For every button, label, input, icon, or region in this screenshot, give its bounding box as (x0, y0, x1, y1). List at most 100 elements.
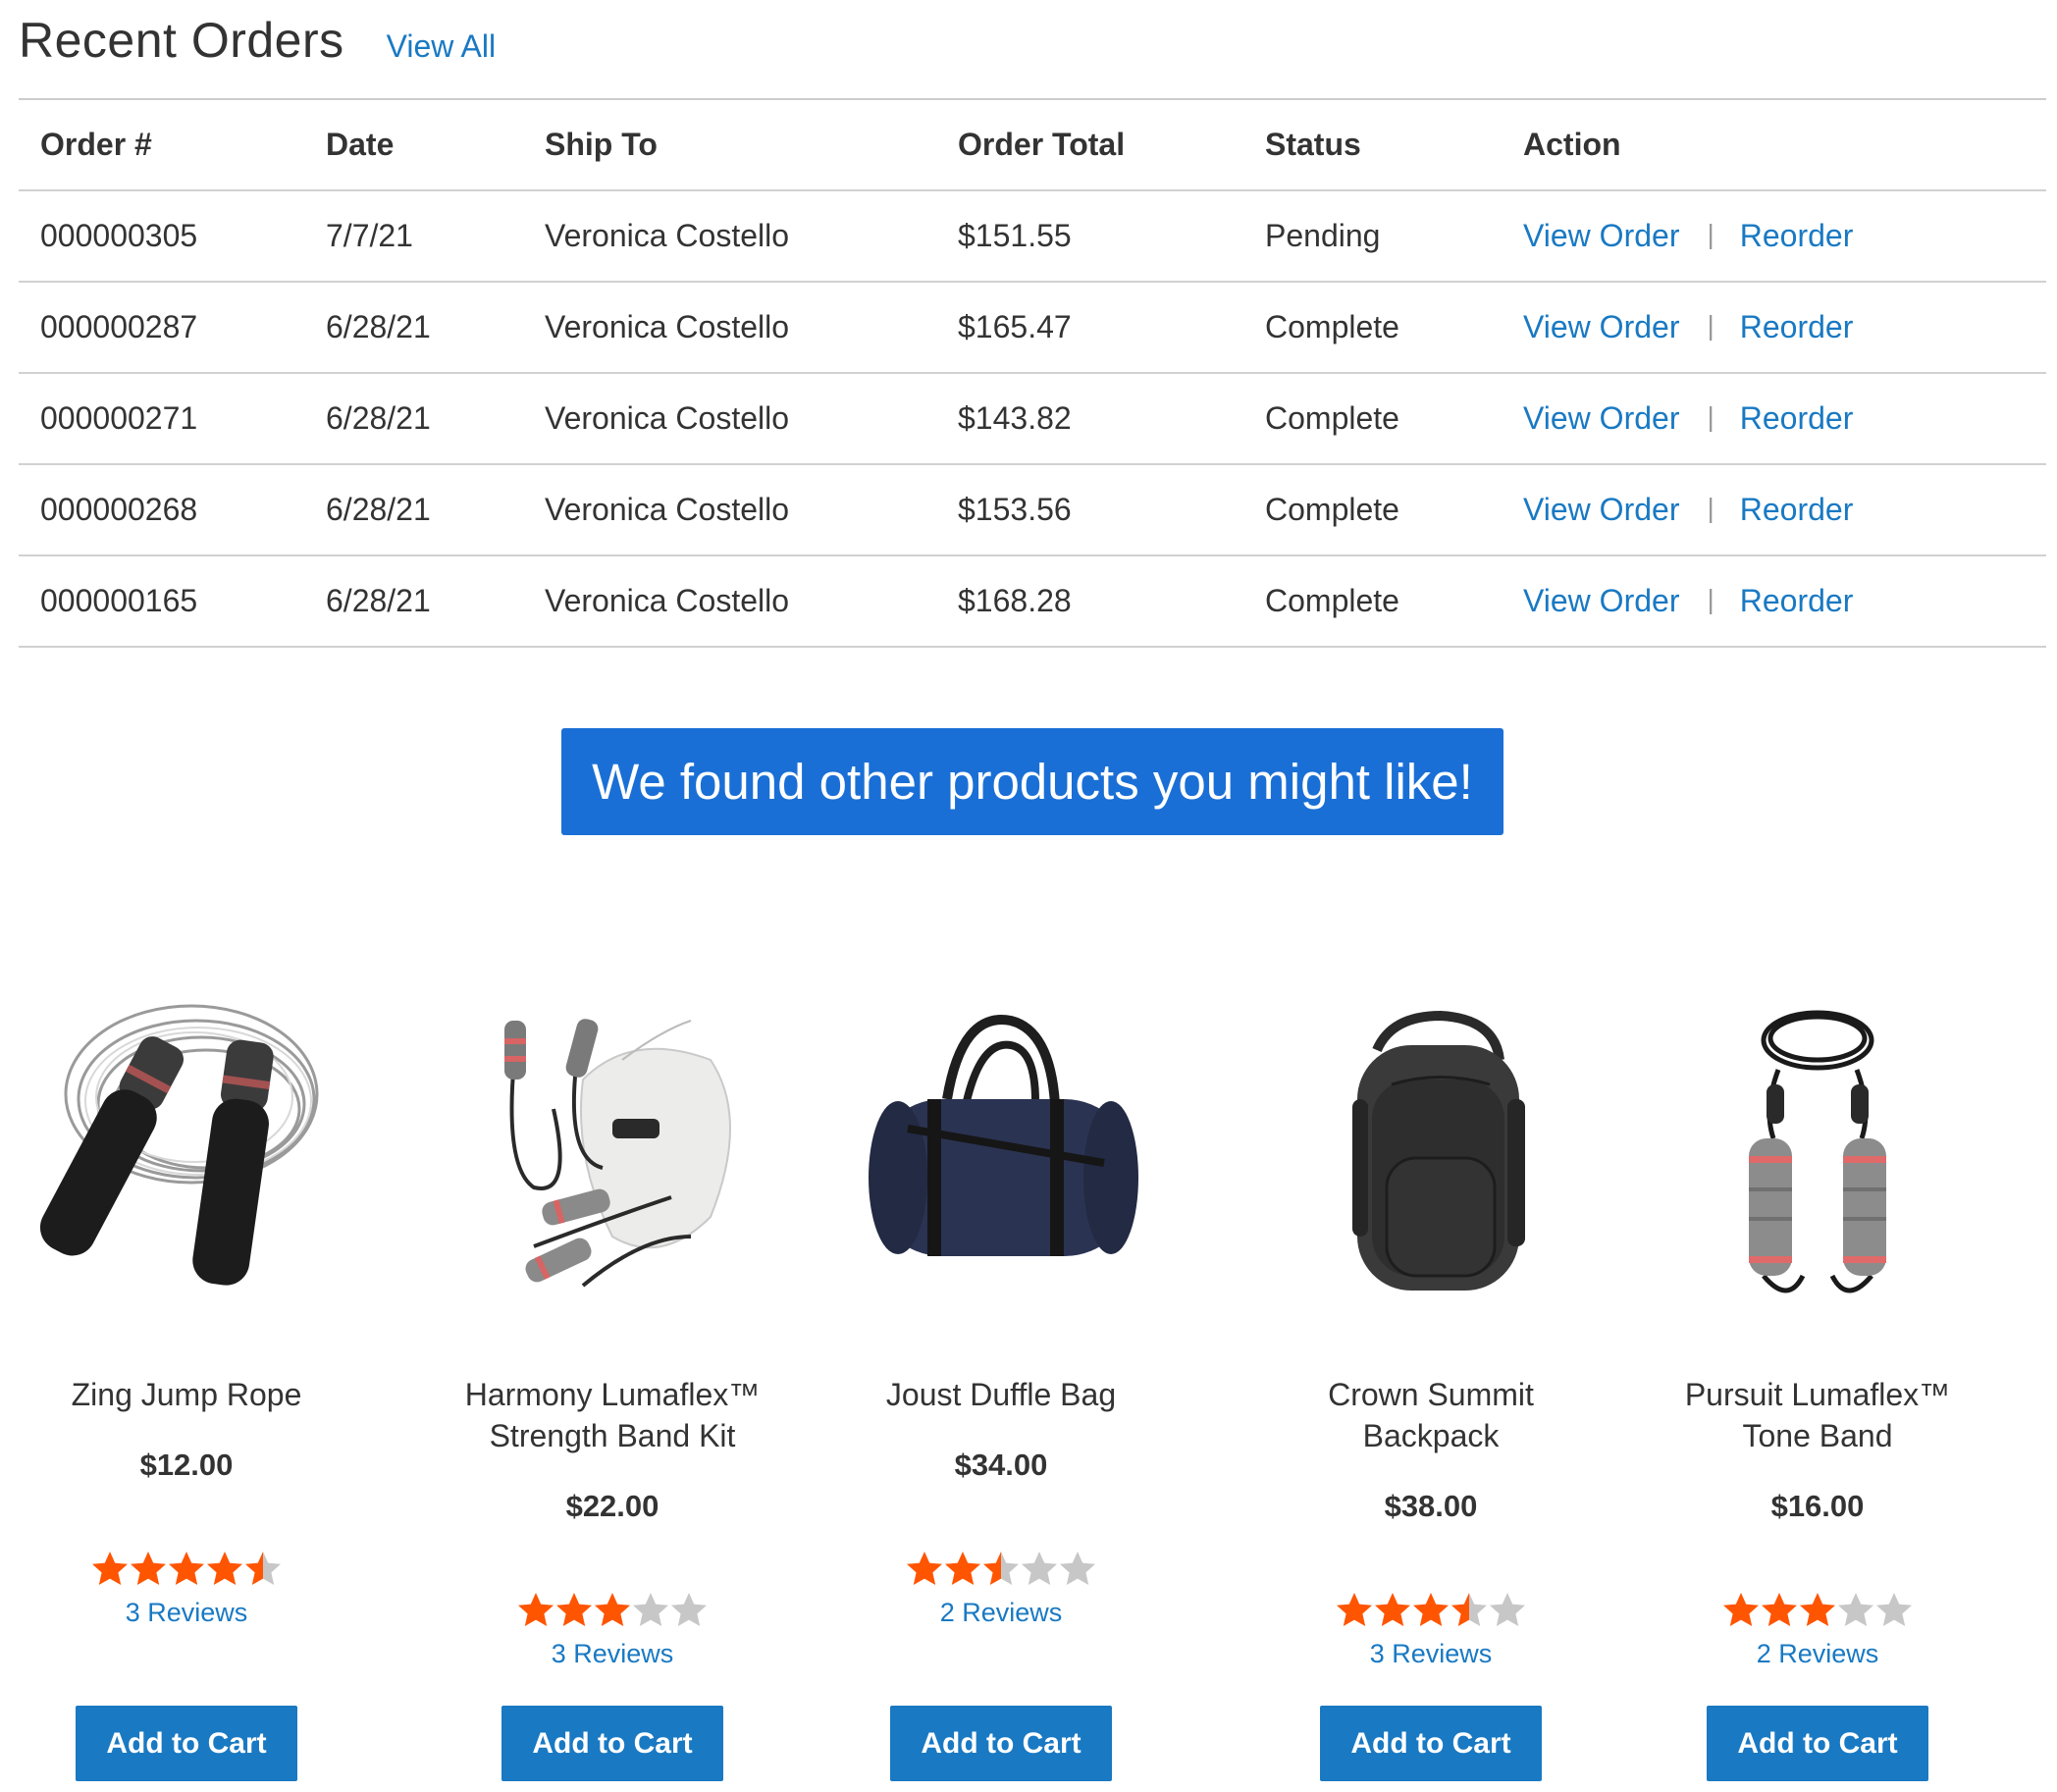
column-header-ship-to: Ship To (523, 98, 936, 191)
star-empty-icon (670, 1591, 709, 1630)
reorder-link[interactable]: Reorder (1740, 583, 1854, 618)
star-empty-icon (1489, 1591, 1527, 1630)
ship-to-cell: Veronica Costello (523, 464, 936, 556)
view-all-link[interactable]: View All (387, 28, 496, 65)
recent-orders-page: Recent Orders View All Order # Date Ship… (0, 0, 2057, 1792)
star-empty-icon (1059, 1550, 1097, 1589)
add-to-cart-button[interactable]: Add to Cart (76, 1706, 297, 1781)
order-number-cell: 000000305 (19, 190, 304, 283)
star-empty-icon (1875, 1591, 1914, 1630)
star-filled-icon (1336, 1591, 1374, 1630)
order-action-cell: View Order | Reorder (1502, 464, 2046, 556)
star-filled-icon (130, 1550, 168, 1589)
table-row: 000000305 7/7/21 Veronica Costello $151.55 P… (19, 190, 2046, 283)
reviews-link[interactable]: 3 Reviews (0, 1598, 373, 1628)
tone-band-icon[interactable] (1670, 991, 1965, 1325)
rating-stars (815, 1550, 1187, 1589)
product-name[interactable]: Joust Duffle Bag (815, 1374, 1187, 1415)
reviews-link[interactable]: 3 Reviews (1244, 1639, 1617, 1669)
view-order-link[interactable]: View Order (1523, 309, 1679, 344)
order-date-cell: 6/28/21 (304, 464, 523, 556)
reviews-link[interactable]: 3 Reviews (426, 1639, 799, 1669)
page-title: Recent Orders (19, 13, 344, 68)
reorder-link[interactable]: Reorder (1740, 309, 1854, 344)
product-grid: Zing Jump Rope $12.00 3 Reviews Add to C… (0, 972, 2057, 1792)
product-price: $12.00 (139, 1448, 234, 1482)
order-action-cell: View Order | Reorder (1502, 282, 2046, 374)
order-total-cell: $143.82 (936, 373, 1243, 465)
star-filled-icon (206, 1550, 244, 1589)
star-filled-icon (906, 1550, 944, 1589)
product-name[interactable]: Pursuit Lumaflex™ Tone Band (1631, 1374, 2004, 1456)
order-number-cell: 000000165 (19, 555, 304, 648)
order-total-cell: $165.47 (936, 282, 1243, 374)
table-header-row: Order # Date Ship To Order Total Status … (19, 98, 2046, 191)
column-header-date: Date (304, 98, 523, 191)
orders-header: Recent Orders View All (19, 12, 496, 69)
backpack-icon[interactable] (1284, 991, 1578, 1325)
star-filled-icon (1799, 1591, 1837, 1630)
star-filled-icon (1761, 1591, 1799, 1630)
star-half-icon (1450, 1591, 1489, 1630)
order-date-cell: 7/7/21 (304, 190, 523, 283)
order-action-cell: View Order | Reorder (1502, 555, 2046, 648)
order-total-cell: $168.28 (936, 555, 1243, 648)
star-filled-icon (517, 1591, 555, 1630)
add-to-cart-button[interactable]: Add to Cart (1707, 1706, 1928, 1781)
add-to-cart-button[interactable]: Add to Cart (890, 1706, 1112, 1781)
product-price: $22.00 (565, 1489, 659, 1523)
order-date-cell: 6/28/21 (304, 282, 523, 374)
star-half-icon (982, 1550, 1021, 1589)
add-to-cart-button[interactable]: Add to Cart (1320, 1706, 1542, 1781)
recent-orders-table: Order # Date Ship To Order Total Status … (19, 98, 2046, 648)
add-to-cart-button[interactable]: Add to Cart (501, 1706, 723, 1781)
product-name[interactable]: Harmony Lumaflex™ Strength Band Kit (426, 1374, 799, 1456)
star-filled-icon (168, 1550, 206, 1589)
reorder-link[interactable]: Reorder (1740, 218, 1854, 253)
table-row: 000000287 6/28/21 Veronica Costello $165.47… (19, 282, 2046, 374)
table-row: 000000271 6/28/21 Veronica Costello $143.82… (19, 373, 2046, 465)
star-filled-icon (1722, 1591, 1761, 1630)
product-price: $34.00 (954, 1448, 1048, 1482)
product-card: Zing Jump Rope $12.00 3 Reviews Add to C… (0, 972, 373, 1792)
product-name[interactable]: Zing Jump Rope (0, 1374, 373, 1415)
duffle-bag-icon[interactable] (854, 991, 1148, 1325)
ship-to-cell: Veronica Costello (523, 373, 936, 465)
rating-stars (0, 1550, 373, 1589)
table-row: 000000268 6/28/21 Veronica Costello $153.56… (19, 464, 2046, 556)
order-status-cell: Complete (1243, 464, 1502, 556)
view-order-link[interactable]: View Order (1523, 400, 1679, 436)
product-name[interactable]: Crown Summit Backpack (1244, 1374, 1617, 1456)
order-total-cell: $153.56 (936, 464, 1243, 556)
reviews-link[interactable]: 2 Reviews (815, 1598, 1187, 1628)
reorder-link[interactable]: Reorder (1740, 400, 1854, 436)
column-header-status: Status (1243, 98, 1502, 191)
product-card: Harmony Lumaflex™ Strength Band Kit $22.… (426, 972, 799, 1792)
view-order-link[interactable]: View Order (1523, 218, 1679, 253)
star-empty-icon (1021, 1550, 1059, 1589)
action-separator: | (1707, 310, 1714, 341)
view-order-link[interactable]: View Order (1523, 492, 1679, 527)
action-separator: | (1707, 219, 1714, 249)
star-filled-icon (1412, 1591, 1450, 1630)
action-separator: | (1707, 401, 1714, 432)
star-filled-icon (91, 1550, 130, 1589)
jump-rope-icon[interactable] (39, 991, 334, 1325)
star-filled-icon (944, 1550, 982, 1589)
action-separator: | (1707, 584, 1714, 614)
ship-to-cell: Veronica Costello (523, 555, 936, 648)
view-order-link[interactable]: View Order (1523, 583, 1679, 618)
order-date-cell: 6/28/21 (304, 555, 523, 648)
ship-to-cell: Veronica Costello (523, 190, 936, 283)
order-number-cell: 000000271 (19, 373, 304, 465)
strength-band-kit-icon[interactable] (465, 991, 760, 1325)
rating-stars (426, 1591, 799, 1630)
reviews-link[interactable]: 2 Reviews (1631, 1639, 2004, 1669)
product-price: $16.00 (1770, 1489, 1865, 1523)
order-status-cell: Complete (1243, 282, 1502, 374)
star-half-icon (244, 1550, 283, 1589)
product-card: Crown Summit Backpack $38.00 3 Reviews A… (1244, 972, 1617, 1792)
product-card: Pursuit Lumaflex™ Tone Band $16.00 2 Rev… (1631, 972, 2004, 1792)
reorder-link[interactable]: Reorder (1740, 492, 1854, 527)
ship-to-cell: Veronica Costello (523, 282, 936, 374)
